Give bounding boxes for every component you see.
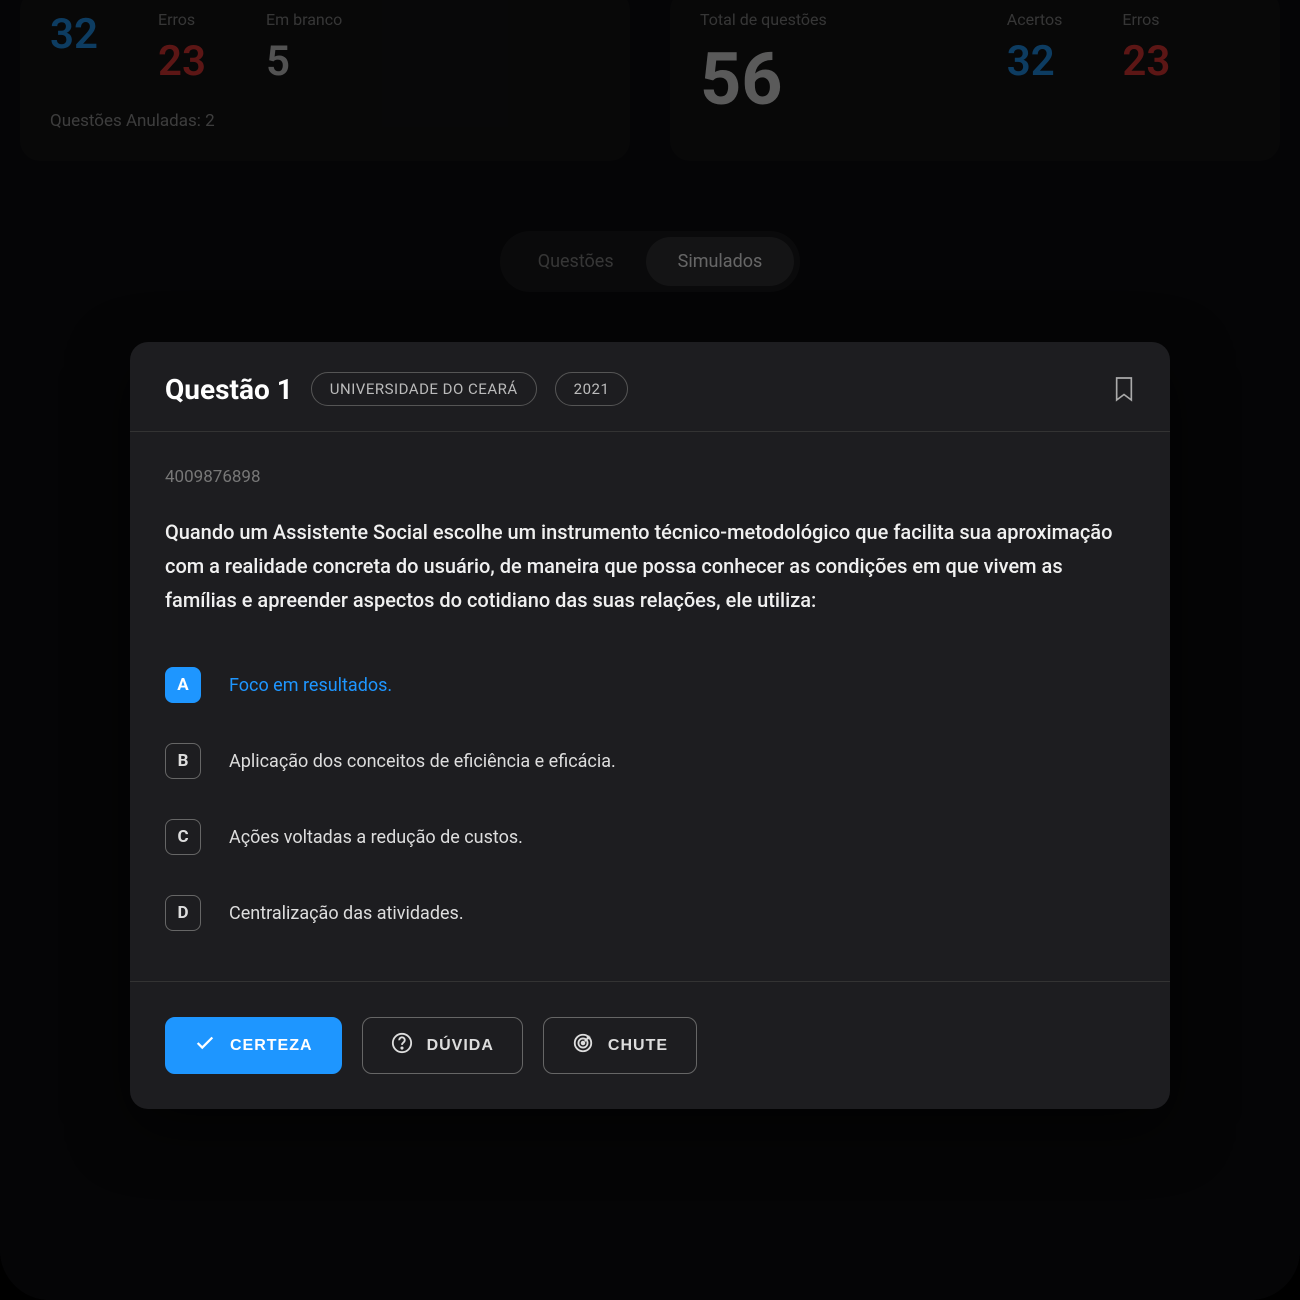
erros-label-r: Erros (1122, 10, 1170, 29)
question-text: Quando um Assistente Social escolhe um i… (165, 515, 1135, 617)
target-icon (572, 1032, 594, 1059)
check-icon (194, 1032, 216, 1059)
question-title: Questão 1 (165, 373, 293, 406)
branco-label: Em branco (266, 10, 342, 29)
branco-value: 5 (266, 37, 342, 86)
option-b[interactable]: B Aplicação dos conceitos de eficiência … (165, 743, 1135, 779)
option-c[interactable]: C Ações voltadas a redução de custos. (165, 819, 1135, 855)
question-id: 4009876898 (165, 467, 1135, 487)
question-icon (391, 1032, 413, 1059)
bookmark-icon[interactable] (1113, 375, 1135, 403)
total-value: 56 (700, 37, 827, 122)
question-card: Questão 1 UNIVERSIDADE DO CEARÁ 2021 400… (130, 342, 1170, 1109)
anuladas-label: Questões Anuladas: (50, 111, 201, 131)
certeza-label: CERTEZA (230, 1037, 313, 1055)
chute-label: CHUTE (608, 1037, 668, 1055)
total-label: Total de questões (700, 10, 827, 29)
option-d[interactable]: D Centralização das atividades. (165, 895, 1135, 931)
option-letter-a: A (165, 667, 201, 703)
certeza-button[interactable]: CERTEZA (165, 1017, 342, 1074)
anuladas-value: 2 (205, 111, 215, 131)
option-letter-b: B (165, 743, 201, 779)
tabs: Questões Simulados (500, 231, 801, 292)
erros-value-r: 23 (1122, 37, 1170, 86)
duvida-label: DÚVIDA (427, 1037, 494, 1055)
question-year: 2021 (555, 372, 629, 406)
option-letter-d: D (165, 895, 201, 931)
question-source: UNIVERSIDADE DO CEARÁ (311, 372, 537, 406)
tab-questoes[interactable]: Questões (506, 237, 646, 286)
option-text-c: Ações voltadas a redução de custos. (229, 827, 523, 848)
tab-simulados[interactable]: Simulados (646, 237, 795, 286)
duvida-button[interactable]: DÚVIDA (362, 1017, 523, 1074)
acertos-value-r: 32 (1007, 37, 1063, 86)
erros-label: Erros (158, 10, 206, 29)
acertos-value: 32 (50, 10, 98, 59)
option-letter-c: C (165, 819, 201, 855)
option-text-b: Aplicação dos conceitos de eficiência e … (229, 751, 616, 772)
option-text-d: Centralização das atividades. (229, 903, 464, 924)
chute-button[interactable]: CHUTE (543, 1017, 697, 1074)
acertos-label-r: Acertos (1007, 10, 1063, 29)
option-text-a: Foco em resultados. (229, 675, 392, 696)
erros-value: 23 (158, 37, 206, 86)
stats-card-right: Total de questões 56 Acertos 32 Erros 23 (670, 0, 1280, 161)
stats-card-left: 32 Erros 23 Em branco 5 Questões Anulada… (20, 0, 630, 161)
option-a[interactable]: A Foco em resultados. (165, 667, 1135, 703)
